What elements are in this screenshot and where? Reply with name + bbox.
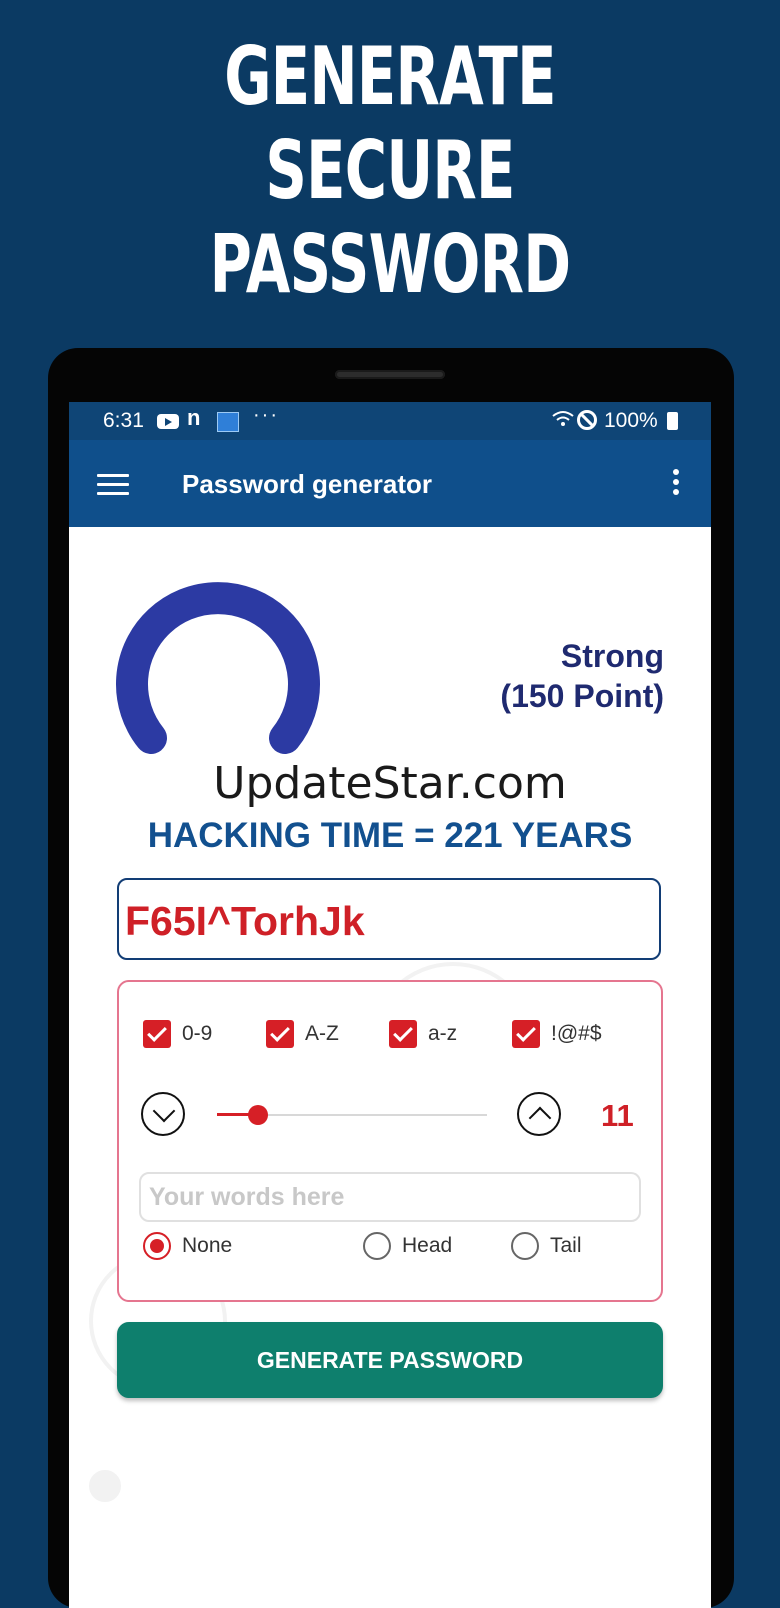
checkbox-checked-icon[interactable] [266, 1020, 294, 1048]
n-app-icon: n [187, 405, 201, 430]
promo-line-1: GENERATE [224, 30, 556, 123]
strength-points: (150 Point) [500, 678, 664, 714]
radio-label: Head [402, 1234, 453, 1257]
hacking-time: HACKING TIME = 221 YEARS [147, 816, 633, 855]
checkbox-label: 0-9 [182, 1022, 213, 1045]
chevron-down-icon [152, 1099, 176, 1123]
checkbox-checked-icon[interactable] [143, 1020, 171, 1048]
overflow-menu-icon[interactable] [673, 469, 681, 499]
checkbox-label: a-z [428, 1022, 458, 1045]
strength-indicator: Strong (150 Point) [500, 636, 664, 716]
strength-gauge [116, 582, 320, 754]
phone-speaker [335, 370, 445, 379]
checkbox-label: !@#$ [551, 1022, 602, 1045]
status-bar: 6:31 n ··· 100% [69, 402, 711, 440]
password-output[interactable]: F65I^TorhJk [117, 878, 661, 960]
decrease-length-button[interactable] [141, 1092, 185, 1136]
length-slider[interactable] [217, 1105, 487, 1125]
chart-app-icon [217, 412, 239, 432]
radio-unselected-icon[interactable] [511, 1232, 539, 1260]
radio-unselected-icon[interactable] [363, 1232, 391, 1260]
radio-head[interactable]: Head [363, 1232, 452, 1260]
checkbox-lowercase[interactable]: a-z [389, 1020, 457, 1048]
battery-icon [667, 412, 678, 430]
more-notifications-icon: ··· [253, 404, 279, 426]
radio-none[interactable]: None [143, 1232, 232, 1260]
options-panel: 0-9 A-Z a-z !@#$ 11 Your words here None… [117, 980, 663, 1302]
radio-label: Tail [550, 1234, 582, 1257]
app-title: Password generator [182, 469, 432, 499]
custom-words-input[interactable] [139, 1172, 641, 1222]
checkbox-label: A-Z [305, 1022, 339, 1045]
promo-headline: GENERATE SECURE PASSWORD [109, 30, 671, 312]
length-value: 11 [601, 1098, 634, 1133]
checkbox-checked-icon[interactable] [512, 1020, 540, 1048]
chevron-up-icon [528, 1106, 552, 1130]
promo-line-3: PASSWORD [209, 218, 572, 311]
generate-password-button[interactable]: GENERATE PASSWORD [117, 1322, 663, 1398]
checkbox-symbols[interactable]: !@#$ [512, 1020, 602, 1048]
checkbox-uppercase[interactable]: A-Z [266, 1020, 339, 1048]
watermark-text: UpdateStar.com [213, 758, 567, 809]
wifi-icon [551, 408, 575, 435]
phone-screen: 6:31 n ··· 100% Password generator Stron… [69, 402, 711, 1608]
generated-password[interactable]: F65I^TorhJk [125, 898, 365, 945]
hamburger-menu-icon[interactable] [97, 474, 129, 496]
radio-label: None [182, 1234, 233, 1257]
checkbox-checked-icon[interactable] [389, 1020, 417, 1048]
slider-thumb[interactable] [247, 1105, 268, 1125]
background-decoration [89, 1470, 121, 1502]
battery-percent: 100% [604, 409, 658, 432]
app-bar: Password generator [69, 440, 711, 527]
phone-frame: 6:31 n ··· 100% Password generator Stron… [48, 348, 734, 1608]
status-time: 6:31 [103, 409, 144, 432]
do-not-disturb-icon [577, 410, 597, 430]
increase-length-button[interactable] [517, 1092, 561, 1136]
promo-line-2: SECURE [265, 124, 515, 217]
checkbox-digits[interactable]: 0-9 [143, 1020, 212, 1048]
strength-label: Strong [560, 638, 664, 674]
radio-tail[interactable]: Tail [511, 1232, 582, 1260]
radio-selected-icon[interactable] [143, 1232, 171, 1260]
youtube-icon [157, 414, 179, 429]
